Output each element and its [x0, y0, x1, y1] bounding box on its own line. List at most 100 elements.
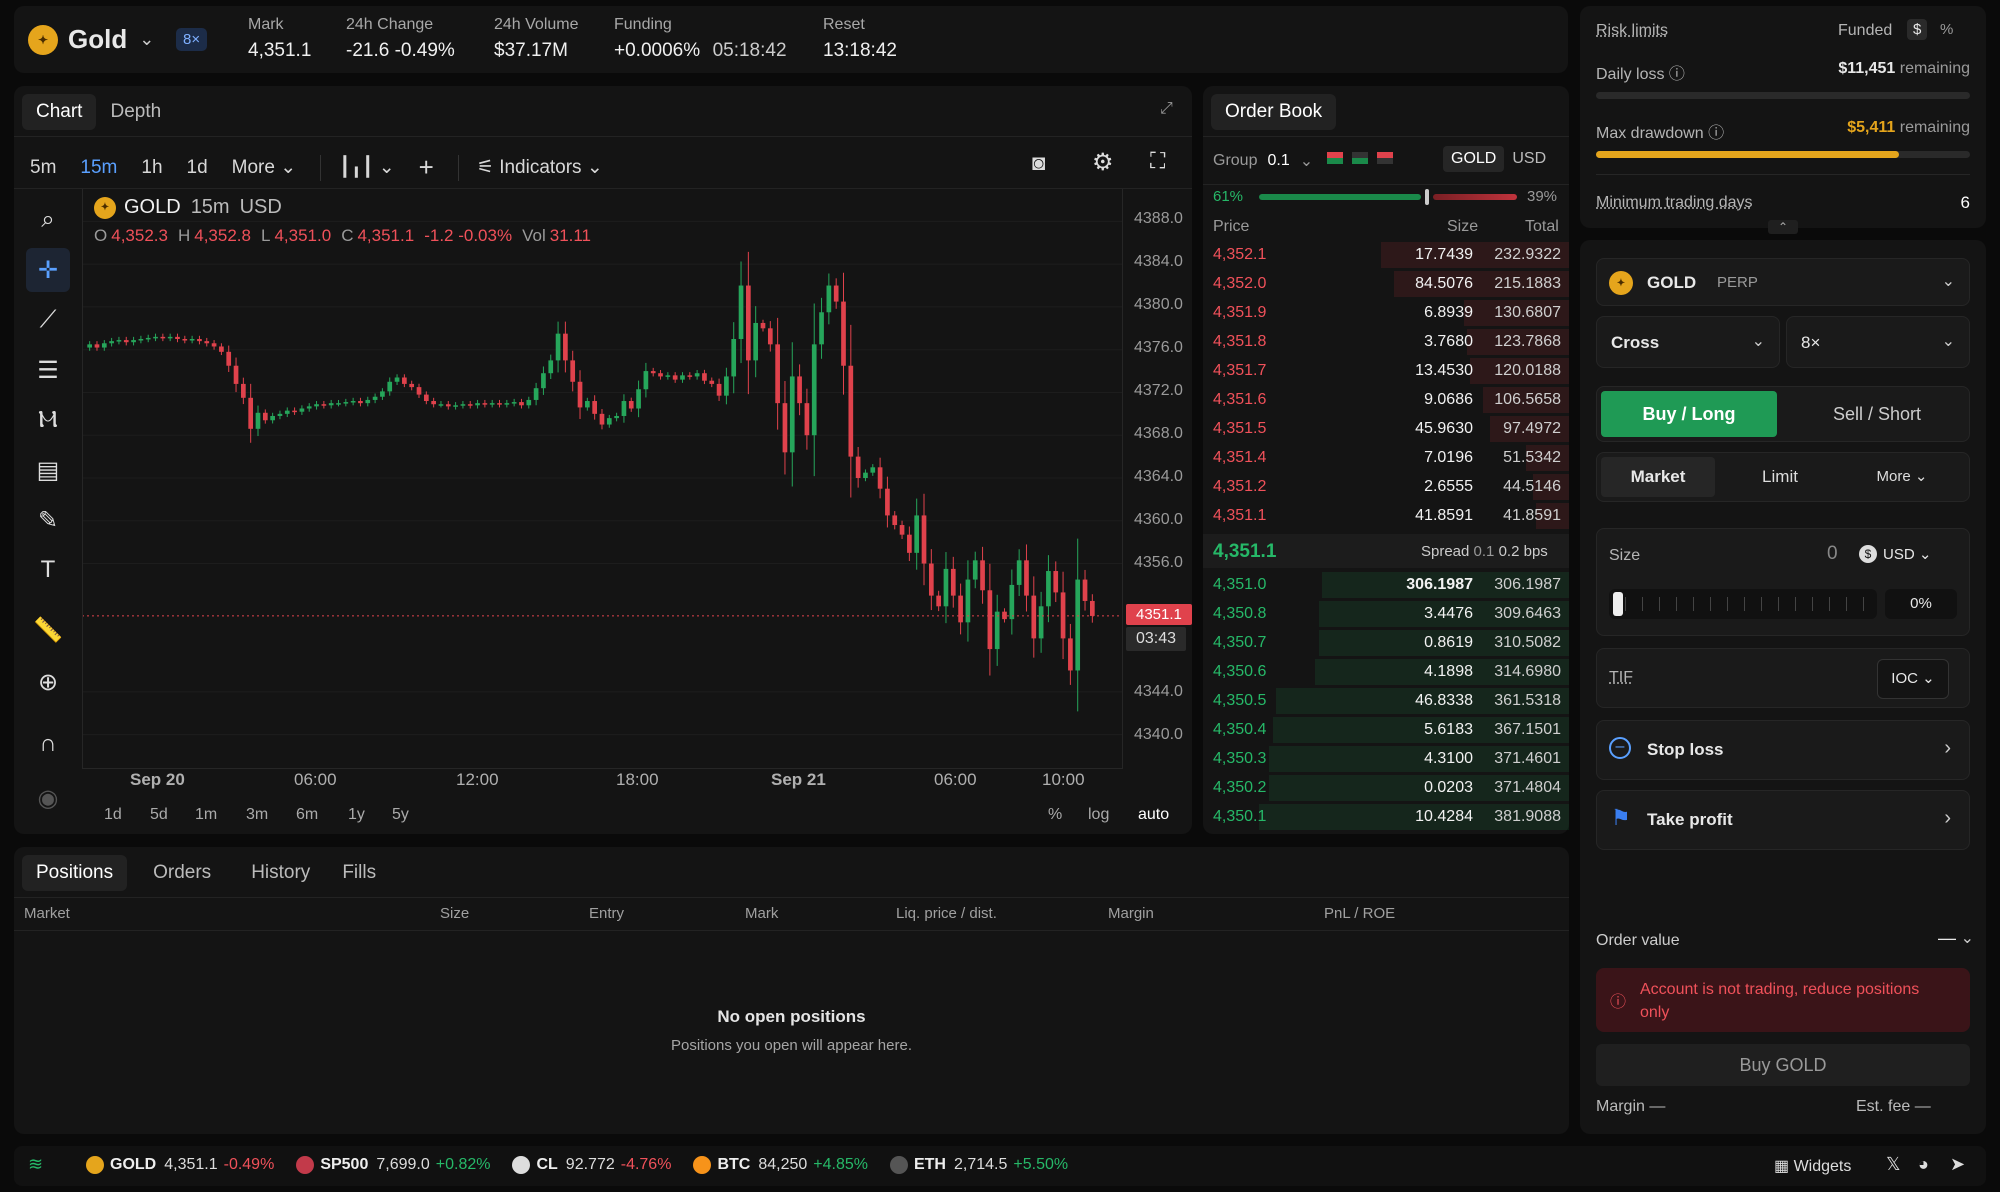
tab-positions[interactable]: Positions	[22, 855, 128, 891]
sell-short-button[interactable]: Sell / Short	[1789, 391, 1965, 437]
submit-order-button[interactable]: Buy GOLD	[1596, 1044, 1970, 1086]
stop-loss-row[interactable]: – Stop loss ›	[1596, 720, 1970, 780]
book-view-toggle[interactable]	[1327, 152, 1393, 164]
ruler-icon[interactable]: 📏	[26, 608, 70, 652]
ask-row[interactable]: 4,351.2 2.6555 44.5146	[1203, 474, 1569, 500]
unit-gold[interactable]: GOLD	[1443, 146, 1505, 172]
asset-select[interactable]: ✦ GOLD PERP ⌄	[1596, 258, 1970, 306]
crosshair-icon[interactable]: ✛	[26, 248, 70, 292]
camera-icon[interactable]: ◙	[1032, 150, 1045, 176]
widgets-button[interactable]: ▦ Widgets	[1774, 1156, 1851, 1176]
dollar-toggle[interactable]: $	[1907, 19, 1928, 40]
tab-fills[interactable]: Fills	[328, 855, 390, 891]
buy-long-button[interactable]: Buy / Long	[1601, 391, 1777, 437]
chevron-down-icon[interactable]: ⌄	[1961, 928, 1974, 948]
order-type-more[interactable]: More ⌄	[1845, 457, 1959, 497]
size-percent-input[interactable]: 0%	[1885, 589, 1957, 619]
add-icon[interactable]: +	[419, 152, 434, 183]
timeframe-1h[interactable]: 1h	[141, 157, 162, 179]
price-chart[interactable]	[82, 190, 1122, 766]
empty-subtitle: Positions you open will appear here.	[671, 1037, 912, 1054]
range-1d[interactable]: 1d	[104, 806, 122, 824]
leverage-select[interactable]: 8× ⌄	[1786, 316, 1970, 368]
both-sides-icon[interactable]	[1327, 152, 1343, 164]
timeframe-1d[interactable]: 1d	[187, 157, 208, 179]
ticker-item[interactable]: ETH 2,714.5 +5.50%	[889, 1156, 1068, 1174]
bid-row[interactable]: 4,350.7 0.8619 310.5082	[1203, 630, 1569, 656]
magnet-icon[interactable]: ∩	[26, 722, 70, 766]
ask-row[interactable]: 4,351.6 9.0686 106.5658	[1203, 387, 1569, 413]
margin-mode-select[interactable]: Cross ⌄	[1596, 316, 1780, 368]
asks-only-icon[interactable]	[1377, 152, 1393, 164]
search-icon[interactable]: ⌕	[26, 198, 70, 242]
percent-scale-toggle[interactable]: %	[1048, 806, 1062, 824]
ask-row[interactable]: 4,351.5 45.9630 97.4972	[1203, 416, 1569, 442]
auto-scale-toggle[interactable]: auto	[1138, 806, 1169, 824]
ask-row[interactable]: 4,352.0 84.5076 215.1883	[1203, 271, 1569, 297]
gear-icon[interactable]: ⚙	[1092, 148, 1114, 177]
discord-icon[interactable]: ◕	[1918, 1154, 1929, 1175]
projection-icon[interactable]: ▤	[26, 448, 70, 492]
trendline-icon[interactable]: ⟋	[26, 298, 70, 342]
range-5d[interactable]: 5d	[150, 806, 168, 824]
expand-icon[interactable]: ⤢	[1160, 100, 1173, 118]
unit-toggle[interactable]: GOLD USD	[1443, 146, 1554, 172]
tab-orders[interactable]: Orders	[139, 855, 225, 891]
indicators-button[interactable]: ⚟ Indicators ⌄	[477, 156, 603, 179]
ask-row[interactable]: 4,351.9 6.8939 130.6807	[1203, 300, 1569, 326]
tab-chart[interactable]: Chart	[22, 94, 97, 130]
bid-row[interactable]: 4,350.8 3.4476 309.6463	[1203, 601, 1569, 627]
pattern-icon[interactable]: Ⲙ	[26, 398, 70, 442]
bid-row[interactable]: 4,350.2 0.0203 371.4804	[1203, 775, 1569, 801]
ticker-item[interactable]: SP500 7,699.0 +0.82%	[296, 1156, 490, 1174]
log-scale-toggle[interactable]: log	[1088, 806, 1109, 824]
size-slider[interactable]	[1609, 589, 1877, 619]
ticker-item[interactable]: CL 92.772 -4.76%	[512, 1156, 671, 1174]
range-3m[interactable]: 3m	[246, 806, 268, 824]
eye-icon[interactable]: ◉	[26, 776, 70, 820]
ask-row[interactable]: 4,351.7 13.4530 120.0188	[1203, 358, 1569, 384]
tif-select[interactable]: IOC ⌄	[1877, 659, 1949, 699]
order-type-market[interactable]: Market	[1601, 457, 1715, 497]
ask-row[interactable]: 4,351.4 7.0196 51.5342	[1203, 445, 1569, 471]
bids-only-icon[interactable]	[1352, 152, 1368, 164]
bid-row[interactable]: 4,350.4 5.6183 367.1501	[1203, 717, 1569, 743]
ticker-item[interactable]: BTC 84,250 +4.85%	[693, 1156, 868, 1174]
take-profit-row[interactable]: ⚑ Take profit ›	[1596, 790, 1970, 850]
text-icon[interactable]: T	[26, 548, 70, 592]
slider-handle[interactable]	[1613, 592, 1623, 616]
ask-row[interactable]: 4,351.1 41.8591 41.8591	[1203, 503, 1569, 529]
range-6m[interactable]: 6m	[296, 806, 318, 824]
zoom-in-icon[interactable]: ⊕	[26, 660, 70, 704]
bid-row[interactable]: 4,350.3 4.3100 371.4601	[1203, 746, 1569, 772]
fullscreen-icon[interactable]: ⛶	[1150, 148, 1165, 174]
ask-row[interactable]: 4,352.1 17.7439 232.9322	[1203, 242, 1569, 268]
bid-row[interactable]: 4,350.1 10.4284 381.9088	[1203, 804, 1569, 830]
range-5y[interactable]: 5y	[392, 806, 409, 824]
telegram-icon[interactable]: ➤	[1950, 1154, 1965, 1175]
bid-row[interactable]: 4,351.0 306.1987 306.1987	[1203, 572, 1569, 598]
tab-depth[interactable]: Depth	[96, 94, 175, 130]
bid-row[interactable]: 4,350.5 46.8338 361.5318	[1203, 688, 1569, 714]
bid-row[interactable]: 4,350.6 4.1898 314.6980	[1203, 659, 1569, 685]
size-input[interactable]: 0	[1827, 543, 1838, 565]
tab-history[interactable]: History	[237, 855, 324, 891]
size-unit-select[interactable]: $ USD ⌄	[1859, 545, 1931, 563]
timeframe-5m[interactable]: 5m	[30, 157, 56, 179]
fib-icon[interactable]: ☰	[26, 348, 70, 392]
more-timeframes-button[interactable]: More ⌄	[232, 156, 297, 179]
asset-selector[interactable]: ✦ Gold ⌄	[28, 24, 154, 55]
group-selector[interactable]: Group 0.1 ⌄	[1213, 151, 1313, 171]
ask-row[interactable]: 4,351.8 3.7680 123.7868	[1203, 329, 1569, 355]
unit-usd[interactable]: USD	[1504, 146, 1554, 172]
candle-type-icon[interactable]: ┃╻┃ ⌄	[339, 156, 395, 179]
ticker-item[interactable]: GOLD 4,351.1 -0.49%	[86, 1156, 274, 1174]
timeframe-15m[interactable]: 15m	[80, 157, 117, 179]
collapse-icon[interactable]: ⌃	[1768, 220, 1798, 234]
range-1y[interactable]: 1y	[348, 806, 365, 824]
x-icon[interactable]: 𝕏	[1886, 1154, 1901, 1175]
range-1m[interactable]: 1m	[195, 806, 217, 824]
percent-toggle[interactable]: %	[1940, 21, 1953, 38]
brush-icon[interactable]: ✎	[26, 498, 70, 542]
order-type-limit[interactable]: Limit	[1723, 457, 1837, 497]
